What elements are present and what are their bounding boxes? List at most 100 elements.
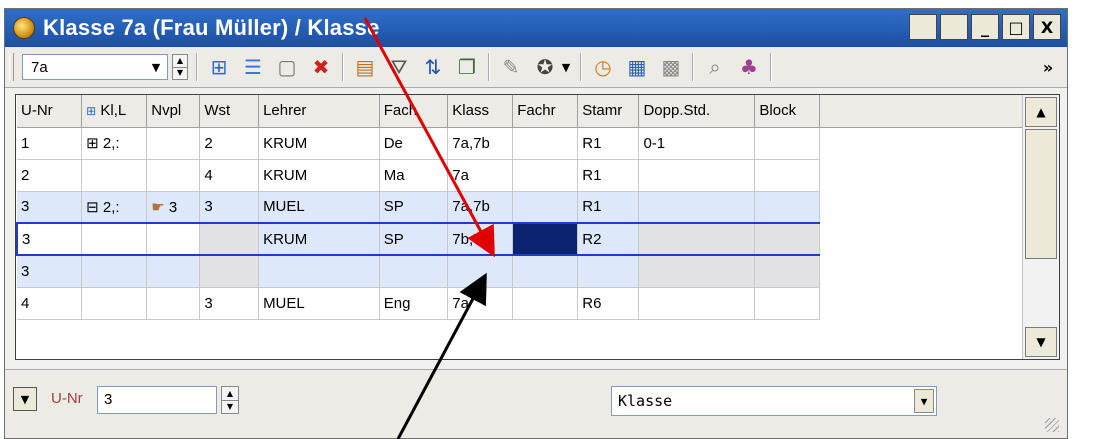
cell-wst[interactable]: 4: [199, 159, 260, 192]
cell-u-nr[interactable]: 2: [17, 159, 83, 192]
extra-button-1[interactable]: [909, 14, 937, 40]
title-bar[interactable]: Klasse 7a (Frau Müller) / Klasse _ □ X: [5, 9, 1067, 47]
scroll-down-icon[interactable]: ▼: [1025, 327, 1057, 357]
cell-nvpl[interactable]: [146, 255, 201, 288]
chevron-down-icon[interactable]: ▼: [560, 54, 572, 80]
table-row-current[interactable]: 3 KRUM SP 7b,7a R2: [16, 222, 1059, 256]
cell-fachr[interactable]: [512, 287, 579, 320]
cell-dopp-std[interactable]: 0-1: [638, 127, 756, 160]
cell-stamr[interactable]: R1: [577, 191, 640, 224]
u-nr-spinner[interactable]: ▲ ▼: [221, 386, 239, 414]
cell-klass[interactable]: 7b,7a: [447, 222, 514, 256]
delete-icon[interactable]: ✖: [308, 54, 334, 80]
down-arrow-icon[interactable]: ▼: [222, 399, 238, 414]
close-button[interactable]: X: [1033, 14, 1061, 40]
new-icon[interactable]: ▢: [274, 54, 300, 80]
cell-fach[interactable]: Ma: [379, 159, 449, 192]
chevron-down-icon[interactable]: ▼: [914, 389, 934, 413]
maximize-button[interactable]: □: [1002, 14, 1030, 40]
cell-klass[interactable]: [447, 255, 514, 288]
cell-block[interactable]: [754, 191, 821, 224]
field-dropdown-icon[interactable]: ▼: [13, 387, 37, 411]
cell-kl-l[interactable]: [81, 287, 148, 320]
cell-stamr[interactable]: R6: [577, 287, 640, 320]
filter-icon[interactable]: ⛛: [386, 54, 412, 80]
cell-nvpl[interactable]: [146, 287, 201, 320]
cell-block[interactable]: [754, 255, 821, 288]
cell-fach[interactable]: Eng: [379, 287, 449, 320]
cell-nvpl[interactable]: [146, 159, 201, 192]
cell-wst[interactable]: [199, 222, 260, 256]
down-arrow-icon[interactable]: ▼: [173, 66, 187, 80]
cell-klass[interactable]: 7a,7b: [447, 127, 514, 160]
cell-wst[interactable]: 3: [199, 191, 260, 224]
graduation-icon[interactable]: ✪: [532, 54, 558, 80]
cell-nvpl[interactable]: [146, 222, 201, 256]
cell-klass[interactable]: 7a,7b: [447, 191, 514, 224]
cell-u-nr[interactable]: 4: [17, 287, 83, 320]
cell-fachr[interactable]: [512, 191, 579, 224]
view-selector[interactable]: Klasse ▼: [611, 386, 937, 416]
cell-nvpl[interactable]: [146, 127, 201, 160]
cell-lehrer[interactable]: MUEL: [258, 191, 380, 224]
table-row[interactable]: 3: [17, 255, 1059, 288]
cell-u-nr[interactable]: 3: [17, 191, 83, 224]
class-selector[interactable]: 7a ▼: [22, 54, 168, 80]
cell-wst[interactable]: 2: [199, 127, 260, 160]
tools-icon[interactable]: ✎: [498, 54, 524, 80]
col-header-u-nr[interactable]: U-Nr: [17, 95, 83, 128]
cell-dopp-std[interactable]: [638, 287, 756, 320]
cell-block[interactable]: [754, 127, 821, 160]
cell-block[interactable]: [754, 287, 821, 320]
expand-icon[interactable]: ⊞: [86, 104, 96, 118]
insert-row-icon[interactable]: ⊞: [206, 54, 232, 80]
overflow-menu-icon[interactable]: »: [1035, 54, 1061, 80]
clock-icon[interactable]: ◷: [590, 54, 616, 80]
cell-wst[interactable]: 3: [199, 287, 260, 320]
chevron-down-icon[interactable]: ▼: [147, 57, 165, 77]
report-icon[interactable]: ▤: [352, 54, 378, 80]
cell-kl-l[interactable]: [81, 159, 148, 192]
extra-button-2[interactable]: [940, 14, 968, 40]
col-header-block[interactable]: Block: [754, 95, 821, 128]
zoom-icon[interactable]: ⌕: [702, 54, 728, 80]
cell-klass[interactable]: 7a: [447, 287, 514, 320]
cell-dopp-std[interactable]: [638, 255, 756, 288]
minimize-button[interactable]: _: [971, 14, 999, 40]
cell-block[interactable]: [754, 159, 821, 192]
cell-kl-l[interactable]: ⊞ 2,:: [81, 127, 148, 160]
cell-stamr[interactable]: R1: [577, 159, 640, 192]
cell-fach[interactable]: De: [379, 127, 449, 160]
cell-fach[interactable]: [379, 255, 449, 288]
col-header-lehrer[interactable]: Lehrer: [258, 95, 380, 128]
cell-nvpl[interactable]: ☛ 3: [146, 191, 201, 224]
cell-dopp-std[interactable]: [638, 159, 756, 192]
cell-lehrer[interactable]: MUEL: [258, 287, 380, 320]
cell-kl-l[interactable]: ⊟ 2,:: [81, 191, 148, 224]
cell-fach[interactable]: SP: [379, 222, 449, 256]
cell-fachr[interactable]: [512, 127, 579, 160]
cell-lehrer[interactable]: KRUM: [258, 127, 380, 160]
col-header-kl-l[interactable]: ⊞ Kl,L: [81, 95, 148, 128]
col-header-klass[interactable]: Klass: [447, 95, 514, 128]
cell-u-nr[interactable]: 3: [16, 222, 83, 256]
table-row[interactable]: 2 4 KRUM Ma 7a R1: [17, 159, 1059, 192]
class-spinner[interactable]: ▲ ▼: [172, 54, 188, 80]
col-header-nvpl[interactable]: Nvpl: [146, 95, 201, 128]
list-icon[interactable]: ☰: [240, 54, 266, 80]
calendar-icon[interactable]: ▦: [624, 54, 650, 80]
scroll-up-icon[interactable]: ▲: [1025, 97, 1057, 127]
cell-u-nr[interactable]: 3: [17, 255, 83, 288]
cell-stamr[interactable]: [577, 255, 640, 288]
users-icon[interactable]: ♣: [736, 54, 762, 80]
cell-stamr[interactable]: R1: [577, 127, 640, 160]
cell-fachr[interactable]: [512, 222, 579, 256]
cell-block[interactable]: [754, 222, 821, 256]
cell-wst[interactable]: [199, 255, 260, 288]
cell-stamr[interactable]: R2: [577, 222, 640, 256]
cell-kl-l[interactable]: [81, 255, 148, 288]
col-header-dopp-std[interactable]: Dopp.Std.: [638, 95, 756, 128]
cell-lehrer[interactable]: [258, 255, 380, 288]
grid-icon[interactable]: ▩: [658, 54, 684, 80]
cell-kl-l[interactable]: [81, 222, 148, 256]
